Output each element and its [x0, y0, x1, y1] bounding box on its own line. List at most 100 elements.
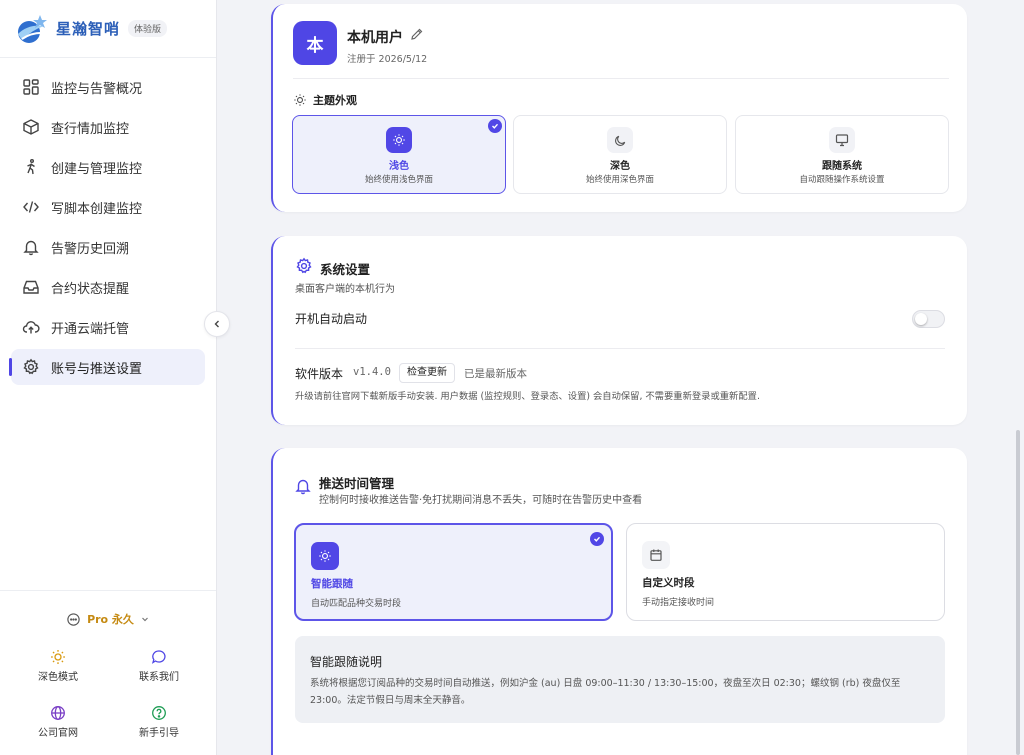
check-update-button[interactable]: 检查更新	[399, 363, 455, 383]
sidebar-item-label: 合约状态提醒	[51, 281, 130, 297]
mode-label: 自定义时段	[642, 577, 695, 589]
monitor-icon	[835, 134, 849, 147]
sun-icon	[393, 134, 405, 146]
globe-icon	[51, 706, 65, 720]
sidebar-nav: 监控与告警概况 查行情加监控 创建与管理监控 写脚本创建监控 告警历史回溯 合约…	[0, 58, 216, 385]
theme-system-icon	[829, 127, 855, 153]
scrollbar[interactable]	[1016, 430, 1020, 755]
theme-dark-icon	[607, 127, 633, 153]
theme-desc: 始终使用深色界面	[585, 175, 654, 185]
guide-button[interactable]: 新手引导	[119, 705, 199, 739]
theme-option-light[interactable]: 浅色 始终使用浅色界面	[292, 115, 506, 194]
info-text: 系统将根据您订阅品种的交易时间自动推送，例如沪金 (au) 日盘 09:00–1…	[310, 678, 901, 706]
sidebar-item-label: 创建与管理监控	[51, 161, 143, 177]
edit-icon[interactable]	[410, 27, 424, 41]
user-name: 本机用户	[347, 27, 403, 47]
theme-section-title: 主题外观	[293, 92, 357, 108]
divider	[295, 348, 945, 349]
sidebar-item-label: 写脚本创建监控	[51, 201, 143, 217]
util-label: 新手引导	[139, 728, 179, 739]
gear-icon	[296, 257, 312, 274]
sun-icon	[294, 94, 306, 106]
util-label: 深色模式	[38, 672, 78, 683]
util-label: 公司官网	[38, 728, 78, 739]
chat-bubble-icon	[67, 612, 80, 626]
sidebar-item-history[interactable]: 告警历史回溯	[11, 229, 205, 265]
theme-option-dark[interactable]: 深色 始终使用深色界面	[513, 115, 727, 194]
sidebar-item-label: 账号与推送设置	[51, 361, 143, 377]
code-icon	[23, 201, 39, 213]
theme-light-icon	[386, 127, 412, 153]
website-button[interactable]: 公司官网	[18, 705, 98, 739]
smart-info-box: 智能跟随说明 系统将根据您订阅品种的交易时间自动推送，例如沪金 (au) 日盘 …	[295, 636, 945, 723]
sidebar-footer: Pro 永久 深色模式 联系我们 公司官网 新手引导	[0, 590, 216, 755]
theme-label: 深色	[610, 161, 630, 172]
sidebar-item-settings[interactable]: 账号与推送设置	[9, 349, 205, 385]
mode-desc: 自动匹配品种交易时段	[311, 599, 402, 609]
push-time-card: 推送时间管理 控制何时接收推送告警·免打扰期间消息不丢失，可随时在告警历史中查看…	[271, 448, 967, 755]
util-label: 联系我们	[139, 672, 179, 683]
mode-smart-icon	[311, 542, 339, 570]
check-icon	[488, 119, 502, 133]
moon-icon	[614, 135, 625, 146]
version-label: 软件版本	[295, 367, 344, 381]
sidebar-item-label: 监控与告警概况	[51, 81, 143, 97]
push-title: 推送时间管理	[319, 476, 395, 491]
system-subtitle: 桌面客户端的本机行为	[295, 284, 395, 295]
sun-icon	[319, 550, 331, 562]
sidebar: 星瀚智哨 体验版 监控与告警概况 查行情加监控 创建与管理监控 写脚本创建监控 …	[0, 0, 217, 755]
main-content: 本 本机用户 注册于 2026/5/12 主题外观 浅色 始终使用浅色界面 深色	[217, 0, 1024, 755]
contact-button[interactable]: 联系我们	[119, 649, 199, 683]
inbox-icon	[23, 280, 39, 294]
chevron-down-icon	[142, 617, 148, 622]
theme-label: 跟随系统	[822, 161, 862, 172]
app-name: 星瀚智哨	[56, 20, 121, 38]
mode-label: 智能跟随	[311, 578, 353, 590]
sun-icon	[51, 650, 65, 664]
mode-desc: 手动指定接收时间	[642, 598, 715, 608]
avatar: 本	[293, 21, 337, 65]
info-title: 智能跟随说明	[310, 655, 383, 669]
mode-option-smart[interactable]: 智能跟随 自动匹配品种交易时段	[294, 523, 613, 621]
cube-icon	[23, 119, 39, 135]
theme-option-system[interactable]: 跟随系统 自动跟随操作系统设置	[735, 115, 949, 194]
mode-option-custom[interactable]: 自定义时段 手动指定接收时间	[626, 523, 945, 621]
version-number: v1.4.0	[353, 366, 391, 378]
theme-desc: 始终使用浅色界面	[364, 175, 433, 185]
sidebar-item-label: 告警历史回溯	[51, 241, 130, 257]
sidebar-item-overview[interactable]: 监控与告警概况	[11, 69, 205, 105]
person-walk-icon	[27, 159, 35, 175]
help-icon	[152, 706, 166, 720]
sidebar-item-label: 开通云端托管	[51, 321, 130, 337]
dark-mode-button[interactable]: 深色模式	[18, 649, 98, 683]
logo	[14, 12, 48, 46]
chevron-left-icon	[214, 320, 219, 328]
edition-badge: 体验版	[128, 20, 168, 37]
sidebar-item-market[interactable]: 查行情加监控	[11, 109, 205, 145]
theme-desc: 自动跟随操作系统设置	[799, 175, 885, 185]
profile-card: 本 本机用户 注册于 2026/5/12 主题外观 浅色 始终使用浅色界面 深色	[271, 4, 967, 212]
grid-icon	[23, 79, 39, 95]
push-subtitle: 控制何时接收推送告警·免打扰期间消息不丢失，可随时在告警历史中查看	[319, 495, 643, 506]
autostart-toggle[interactable]	[912, 310, 945, 328]
brand: 星瀚智哨 体验版	[0, 0, 216, 58]
autostart-label: 开机自动启动	[295, 312, 368, 326]
gear-icon	[23, 358, 39, 375]
mode-custom-icon	[642, 541, 670, 569]
cloud-upload-icon	[22, 321, 40, 334]
registered-date: 注册于 2026/5/12	[347, 54, 428, 65]
plan-selector[interactable]: Pro 永久	[0, 611, 216, 627]
upgrade-note: 升级请前往官网下载新版手动安装. 用户数据 (监控规则、登录态、设置) 会自动保…	[295, 391, 760, 402]
sidebar-item-manage[interactable]: 创建与管理监控	[11, 149, 205, 185]
sidebar-item-cloud[interactable]: 开通云端托管	[11, 309, 205, 345]
sidebar-item-contract[interactable]: 合约状态提醒	[11, 269, 205, 305]
user-name-text: 本机用户	[347, 30, 403, 46]
plan-label: Pro 永久	[87, 613, 134, 626]
sidebar-item-script[interactable]: 写脚本创建监控	[11, 189, 205, 225]
divider	[293, 78, 949, 79]
collapse-sidebar-button[interactable]	[204, 311, 230, 337]
system-settings-card: 系统设置 桌面客户端的本机行为 开机自动启动 软件版本 v1.4.0 检查更新 …	[271, 236, 967, 425]
latest-status: 已是最新版本	[464, 368, 527, 380]
sidebar-item-label: 查行情加监控	[51, 121, 130, 137]
bell-icon	[295, 479, 311, 495]
